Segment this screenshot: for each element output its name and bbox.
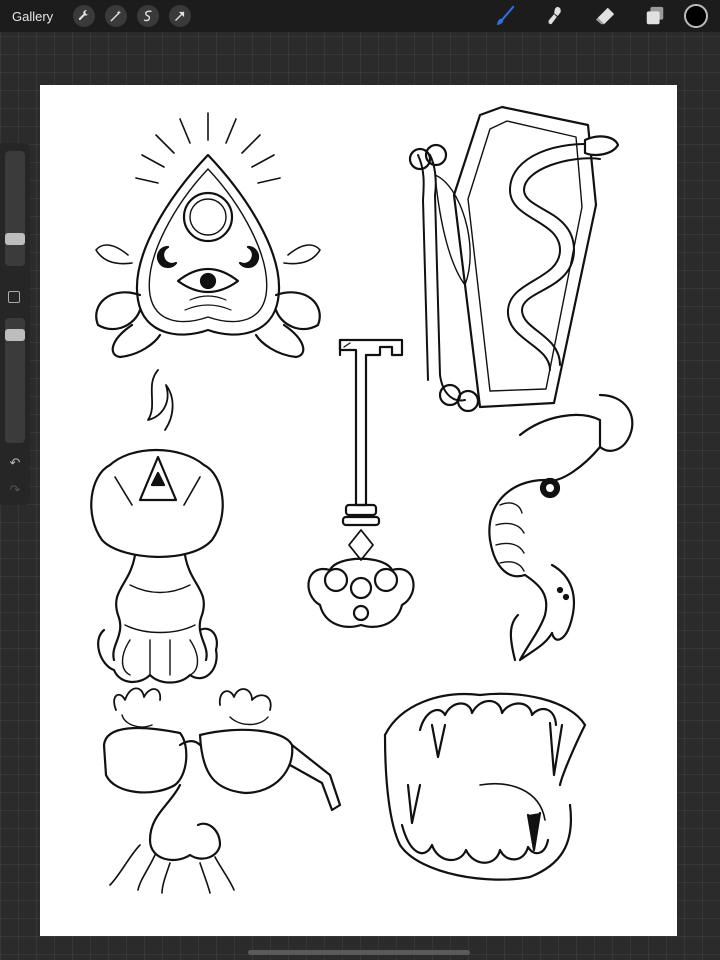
- gallery-button[interactable]: Gallery: [12, 9, 53, 24]
- opacity-slider[interactable]: [5, 318, 25, 443]
- selection-button[interactable]: [137, 5, 160, 27]
- color-picker-button[interactable]: [684, 4, 708, 28]
- canvas-artwork: [90, 105, 634, 894]
- wrench-icon: [78, 10, 89, 21]
- smudge-icon: [548, 6, 561, 25]
- transform-button[interactable]: [169, 5, 192, 27]
- transform-arrow-icon: [175, 11, 185, 21]
- raven-claw-drawing: [488, 393, 634, 662]
- pumpkin-candle-drawing: [90, 369, 224, 684]
- opacity-thumb[interactable]: [5, 329, 25, 341]
- key-drawing: [307, 338, 415, 628]
- brush-icon: [496, 5, 515, 26]
- redo-icon[interactable]: ↷: [7, 483, 23, 497]
- planchette-drawing: [95, 112, 321, 359]
- selection-icon: [143, 10, 152, 22]
- eraser-tool-button[interactable]: [588, 0, 622, 32]
- layers-icon: [646, 6, 664, 25]
- brush-tool-button[interactable]: [488, 0, 522, 32]
- top-toolbar: Gallery: [0, 0, 720, 32]
- actions-button[interactable]: [73, 5, 96, 27]
- disguise-glasses-drawing: [102, 687, 342, 894]
- coffin-drawing: [408, 105, 620, 413]
- vampire-teeth-drawing: [383, 692, 587, 881]
- home-indicator[interactable]: [248, 950, 470, 955]
- undo-icon[interactable]: ↶: [7, 456, 23, 470]
- adjustments-button[interactable]: [105, 5, 128, 27]
- smudge-tool-button[interactable]: [538, 0, 572, 32]
- right-tools: [472, 0, 714, 32]
- layers-button[interactable]: [638, 0, 672, 32]
- brush-size-thumb[interactable]: [5, 233, 25, 245]
- eraser-icon: [595, 7, 615, 25]
- drawing-canvas[interactable]: [40, 85, 677, 936]
- sidebar: ↶ ↷: [0, 143, 30, 505]
- modify-button[interactable]: [8, 291, 20, 303]
- brush-size-slider[interactable]: [5, 151, 25, 266]
- magic-wand-icon: [110, 10, 122, 22]
